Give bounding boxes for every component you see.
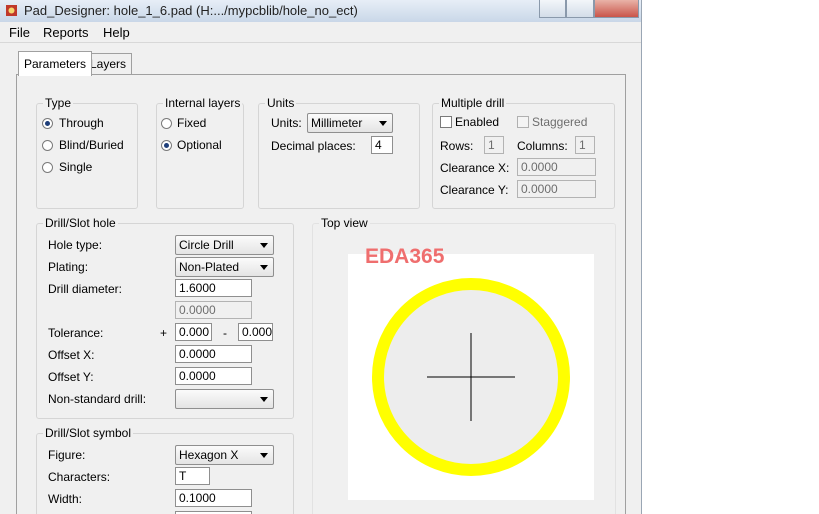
offset-x-label: Offset X:: [48, 348, 95, 362]
enabled-label: Enabled: [455, 115, 500, 129]
drill-slot-hole-group: Drill/Slot hole Hole type: Circle Drill …: [36, 216, 294, 419]
tolerance-minus-sign: -: [223, 326, 227, 340]
close-button[interactable]: [593, 0, 639, 18]
plating-select[interactable]: Non-Plated: [175, 257, 274, 277]
internal-optional-label: Optional: [177, 138, 222, 152]
top-view-label: Top view: [319, 216, 370, 230]
tolerance-minus-input[interactable]: 0.000: [238, 323, 273, 341]
multiple-drill-label: Multiple drill: [439, 96, 507, 110]
figure-label: Figure:: [48, 448, 86, 462]
internal-fixed-label: Fixed: [177, 116, 207, 130]
pad-designer-window: Pad_Designer: hole_1_6.pad (H:.../mypcbl…: [0, 0, 642, 514]
staggered-label: Staggered: [532, 115, 588, 129]
nonstandard-drill-select[interactable]: [175, 389, 274, 409]
type-single-radio[interactable]: [42, 162, 53, 173]
figure-select[interactable]: Hexagon X: [175, 445, 274, 465]
rows-input[interactable]: 1: [484, 136, 504, 154]
tab-parameters[interactable]: Parameters: [18, 51, 93, 76]
units-value: Millimeter: [311, 116, 363, 130]
units-select[interactable]: Millimeter: [307, 113, 393, 133]
chevron-down-icon: [260, 453, 268, 458]
clearance-y-label: Clearance Y:: [440, 183, 509, 197]
minimize-button[interactable]: [539, 0, 567, 18]
hole-type-select[interactable]: Circle Drill: [175, 235, 274, 255]
tolerance-plus-input[interactable]: 0.000: [175, 323, 212, 341]
chevron-down-icon: [260, 265, 268, 270]
type-group-label: Type: [43, 96, 74, 110]
caption-buttons: [539, 0, 639, 18]
plating-value: Non-Plated: [179, 260, 240, 274]
type-group: Type Through Blind/Buried Single: [36, 96, 138, 209]
menu-reports[interactable]: Reports: [43, 25, 89, 40]
drill-diameter-label: Drill diameter:: [48, 282, 123, 296]
menu-bar: File Reports Help: [0, 22, 641, 43]
width-label: Width:: [48, 492, 83, 506]
menu-help[interactable]: Help: [103, 25, 130, 40]
hole-type-value: Circle Drill: [179, 238, 234, 252]
units-group: Units Units: Millimeter Decimal places: …: [258, 96, 420, 209]
clearance-x-input[interactable]: 0.0000: [517, 158, 596, 176]
nonstandard-drill-label: Non-standard drill:: [48, 392, 147, 406]
width-input[interactable]: 0.1000: [175, 489, 252, 507]
offset-x-input[interactable]: 0.0000: [175, 345, 252, 363]
columns-label: Columns:: [517, 139, 568, 153]
clearance-x-label: Clearance X:: [440, 161, 510, 175]
units-group-label: Units: [265, 96, 297, 110]
columns-input[interactable]: 1: [575, 136, 595, 154]
type-through-label: Through: [59, 116, 104, 130]
decimal-places-label: Decimal places:: [271, 139, 356, 153]
clearance-y-input[interactable]: 0.0000: [517, 180, 596, 198]
type-blind-buried-label: Blind/Buried: [59, 138, 124, 152]
staggered-checkbox[interactable]: [517, 116, 529, 128]
title-bar[interactable]: Pad_Designer: hole_1_6.pad (H:.../mypcbl…: [0, 0, 641, 23]
drill-slot-symbol-group: Drill/Slot symbol Figure: Hexagon X Char…: [36, 426, 294, 514]
characters-label: Characters:: [48, 470, 111, 484]
internal-layers-label: Internal layers: [163, 96, 243, 110]
maximize-button[interactable]: [566, 0, 594, 18]
units-label: Units:: [271, 116, 302, 130]
plating-label: Plating:: [48, 260, 89, 274]
type-single-label: Single: [59, 160, 93, 174]
chevron-down-icon: [379, 121, 387, 126]
internal-optional-radio[interactable]: [161, 140, 172, 151]
tolerance-plus-sign: +: [160, 326, 168, 340]
enabled-checkbox[interactable]: [440, 116, 452, 128]
type-blind-buried-radio[interactable]: [42, 140, 53, 151]
rows-label: Rows:: [440, 139, 474, 153]
chevron-down-icon: [260, 397, 268, 402]
internal-fixed-radio[interactable]: [161, 118, 172, 129]
window-title: Pad_Designer: hole_1_6.pad (H:.../mypcbl…: [24, 3, 358, 18]
figure-value: Hexagon X: [179, 448, 239, 462]
drill-diameter-input[interactable]: 1.6000: [175, 279, 252, 297]
menu-file[interactable]: File: [9, 25, 30, 40]
top-view-canvas: EDA365: [348, 245, 594, 500]
drill-slot-hole-label: Drill/Slot hole: [43, 216, 118, 230]
chevron-down-icon: [260, 243, 268, 248]
type-through-radio[interactable]: [42, 118, 53, 129]
multiple-drill-group: Multiple drill Enabled Staggered Rows: 1…: [432, 96, 615, 209]
hole-type-label: Hole type:: [48, 238, 103, 252]
parameters-panel: Type Through Blind/Buried Single Interna…: [16, 74, 626, 514]
decimal-places-input[interactable]: 4: [371, 136, 393, 154]
characters-input[interactable]: T: [175, 467, 210, 485]
tolerance-label: Tolerance:: [48, 326, 104, 340]
drill-slot-symbol-label: Drill/Slot symbol: [43, 426, 134, 440]
internal-layers-group: Internal layers Fixed Optional: [156, 96, 244, 209]
app-icon: [6, 5, 17, 16]
drill-diameter-secondary-input[interactable]: 0.0000: [175, 301, 252, 319]
offset-y-label: Offset Y:: [48, 370, 94, 384]
pad-preview: [372, 278, 570, 476]
offset-y-input[interactable]: 0.0000: [175, 367, 252, 385]
